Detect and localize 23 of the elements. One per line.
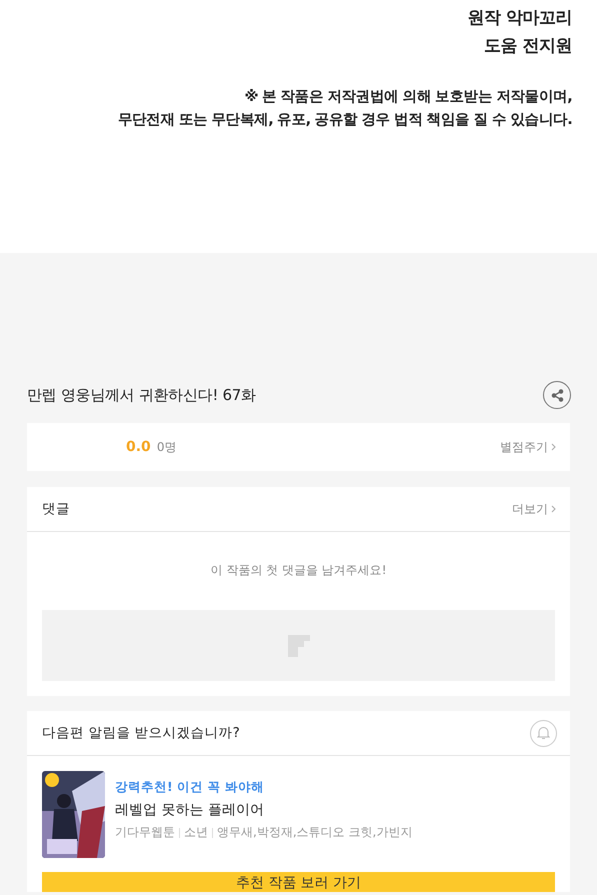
rate-link[interactable]: 별점주기 — [500, 438, 556, 456]
episode-title: 만렙 영웅님께서 귀환하신다! 67화 — [27, 386, 256, 404]
notify-question: 다음편 알림을 받으시겠습니까? — [42, 724, 240, 742]
recommendation-meta: 소년 — [184, 824, 208, 841]
chevron-icon — [551, 505, 556, 513]
view-recommendation-button[interactable]: 추천 작품 보러 가기 — [42, 872, 555, 892]
empty-comments-message: 이 작품의 첫 댓글을 남겨주세요! — [209, 562, 388, 579]
recommendation-meta: 앵무새,박정재,스튜디오 크힛,가빈지 — [217, 824, 412, 841]
copyright-notice: ※ 본 작품은 저작권법에 의해 보호받는 저작물이며, — [244, 88, 572, 107]
credit-text: 도움 전지원 — [484, 35, 572, 58]
share-button[interactable] — [543, 381, 571, 409]
chevron-icon — [551, 443, 556, 451]
share-icon — [550, 388, 564, 402]
recommendation-meta: 기다무웹툰 — [115, 824, 175, 841]
recommended-title[interactable]: 레벨업 못하는 플레이어 — [115, 801, 412, 819]
bell-icon — [537, 726, 550, 740]
comments-heading: 댓글 — [42, 500, 70, 518]
more-link[interactable]: 더보기 — [512, 500, 556, 518]
credit-text: 원작 악마꼬리 — [468, 7, 572, 30]
recommendation-tagline: 강력추천! 이건 꼭 봐야해 — [115, 779, 265, 796]
rating-count: 0명 — [156, 438, 176, 456]
copyright-notice: 무단전재 또는 무단복제, 유포, 공유할 경우 법적 책임을 질 수 있습니다. — [118, 111, 572, 130]
rating-score: 0.0 — [126, 438, 151, 454]
